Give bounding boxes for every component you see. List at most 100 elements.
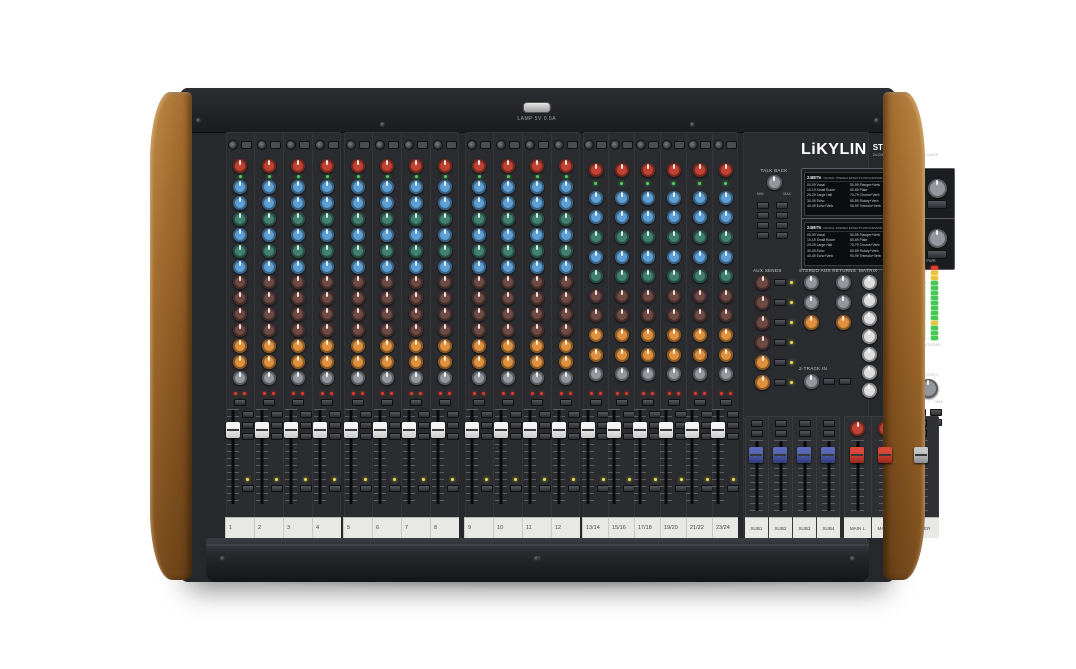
eq-blue-knob[interactable]: [351, 228, 365, 242]
assign-1-2-button[interactable]: [539, 411, 551, 418]
input-jack[interactable]: [661, 132, 686, 155]
eq-blue-knob[interactable]: [559, 180, 573, 194]
pan-gray-knob[interactable]: [351, 371, 365, 385]
assign-1-2-button[interactable]: [360, 411, 372, 418]
aux-return-knob[interactable]: [836, 275, 851, 290]
aux-orange-knob[interactable]: [291, 355, 305, 369]
input-jack[interactable]: [609, 132, 634, 155]
pfl-button[interactable]: [727, 485, 739, 492]
mute-button[interactable]: [473, 399, 485, 406]
eq-blue-knob[interactable]: [351, 196, 365, 210]
eq-green-knob[interactable]: [233, 244, 247, 258]
gain-red-knob[interactable]: [291, 159, 305, 173]
aux-orange-knob[interactable]: [615, 348, 629, 362]
gain-red-knob[interactable]: [641, 163, 655, 177]
assign-lr-button[interactable]: [568, 433, 580, 440]
pfl-button[interactable]: [360, 485, 372, 492]
master-fader[interactable]: [822, 440, 835, 512]
eq-blue-knob[interactable]: [472, 180, 486, 194]
aux-return-knob[interactable]: [804, 275, 819, 290]
pan-gray-knob[interactable]: [380, 371, 394, 385]
assign-3-4-button[interactable]: [300, 422, 312, 429]
aux-orange-knob[interactable]: [559, 355, 573, 369]
aux-orange-knob[interactable]: [667, 328, 681, 342]
aux-dark-knob[interactable]: [530, 323, 544, 337]
aux-dark-knob[interactable]: [615, 289, 629, 303]
gain-red-knob[interactable]: [589, 163, 603, 177]
sub-assign-button[interactable]: [823, 420, 835, 427]
input-jack[interactable]: [226, 132, 254, 155]
aux-dark-knob[interactable]: [641, 289, 655, 303]
pan-gray-knob[interactable]: [589, 367, 603, 381]
aux-send-knob[interactable]: [755, 355, 770, 370]
effects-mute-button[interactable]: [927, 200, 947, 209]
eq-blue-knob[interactable]: [589, 210, 603, 224]
aux-dark-knob[interactable]: [501, 307, 515, 321]
eq-green-knob[interactable]: [233, 212, 247, 226]
sub-assign-button[interactable]: [751, 420, 763, 427]
aux-orange-knob[interactable]: [693, 328, 707, 342]
eq-green-knob[interactable]: [262, 244, 276, 258]
sub-assign-button[interactable]: [799, 430, 811, 437]
mute-button[interactable]: [439, 399, 451, 406]
talkback-route-button[interactable]: [776, 212, 788, 219]
mute-button[interactable]: [720, 399, 732, 406]
input-jack[interactable]: [284, 132, 312, 155]
aux-dark-knob[interactable]: [291, 323, 305, 337]
channel-fader[interactable]: [553, 409, 565, 505]
aux-orange-knob[interactable]: [501, 339, 515, 353]
aux-dark-knob[interactable]: [615, 308, 629, 322]
eq-green-knob[interactable]: [291, 212, 305, 226]
eq-blue-knob[interactable]: [320, 180, 334, 194]
pfl-button[interactable]: [510, 485, 522, 492]
aux-dark-knob[interactable]: [351, 323, 365, 337]
master-fader[interactable]: [750, 440, 763, 512]
aux-dark-knob[interactable]: [559, 307, 573, 321]
aux-dark-knob[interactable]: [559, 323, 573, 337]
aux-dark-knob[interactable]: [409, 307, 423, 321]
mute-button[interactable]: [410, 399, 422, 406]
assign-lr-button[interactable]: [510, 433, 522, 440]
eq-blue-knob[interactable]: [641, 191, 655, 205]
aux-pfl-button[interactable]: [774, 359, 786, 366]
talkback-route-button[interactable]: [757, 202, 769, 209]
aux-dark-knob[interactable]: [719, 308, 733, 322]
aux-pfl-button[interactable]: [774, 279, 786, 286]
eq-blue-knob[interactable]: [501, 228, 515, 242]
eq-blue-knob[interactable]: [291, 180, 305, 194]
eq-green-knob[interactable]: [501, 212, 515, 226]
pan-gray-knob[interactable]: [409, 371, 423, 385]
eq-blue-knob[interactable]: [320, 196, 334, 210]
aux-dark-knob[interactable]: [262, 291, 276, 305]
aux-orange-knob[interactable]: [719, 348, 733, 362]
pan-gray-knob[interactable]: [693, 367, 707, 381]
eq-blue-knob[interactable]: [262, 260, 276, 274]
aux-dark-knob[interactable]: [233, 291, 247, 305]
aux-orange-knob[interactable]: [693, 348, 707, 362]
channel-fader[interactable]: [432, 409, 444, 505]
aux-orange-knob[interactable]: [351, 355, 365, 369]
assign-lr-button[interactable]: [481, 433, 493, 440]
gain-red-knob[interactable]: [559, 159, 573, 173]
matrix-knob[interactable]: [862, 293, 877, 308]
assign-3-4-button[interactable]: [389, 422, 401, 429]
aux-orange-knob[interactable]: [438, 355, 452, 369]
aux-orange-knob[interactable]: [530, 355, 544, 369]
sub-assign-button[interactable]: [799, 420, 811, 427]
eq-blue-knob[interactable]: [615, 250, 629, 264]
eq-blue-knob[interactable]: [719, 191, 733, 205]
aux-dark-knob[interactable]: [262, 275, 276, 289]
aux-dark-knob[interactable]: [559, 291, 573, 305]
gain-red-knob[interactable]: [530, 159, 544, 173]
input-jack[interactable]: [344, 132, 372, 155]
gain-red-knob[interactable]: [233, 159, 247, 173]
pan-gray-knob[interactable]: [472, 371, 486, 385]
sub-assign-button[interactable]: [751, 430, 763, 437]
pan-gray-knob[interactable]: [438, 371, 452, 385]
eq-blue-knob[interactable]: [438, 228, 452, 242]
channel-fader[interactable]: [314, 409, 326, 505]
master-fader[interactable]: [851, 440, 864, 512]
eq-blue-knob[interactable]: [291, 260, 305, 274]
aux-dark-knob[interactable]: [380, 291, 394, 305]
eq-green-knob[interactable]: [438, 212, 452, 226]
